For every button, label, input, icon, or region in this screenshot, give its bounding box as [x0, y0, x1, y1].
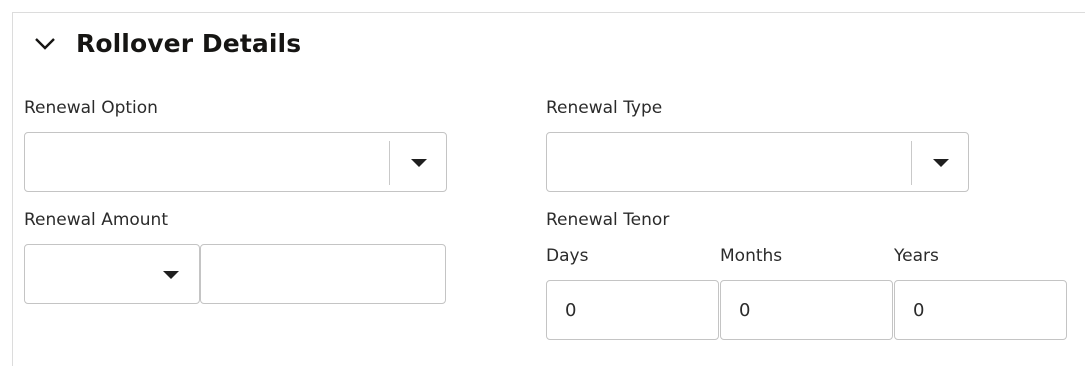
caret-down-icon[interactable]	[163, 271, 179, 279]
select-divider	[389, 141, 390, 185]
renewal-amount-label: Renewal Amount	[24, 210, 168, 230]
chevron-down-icon[interactable]	[34, 37, 56, 51]
tenor-months-input[interactable]	[720, 280, 893, 340]
caret-down-icon[interactable]	[411, 159, 427, 167]
renewal-type-label: Renewal Type	[546, 98, 663, 118]
tenor-days-label: Days	[546, 246, 589, 266]
renewal-option-label: Renewal Option	[24, 98, 158, 118]
select-divider	[911, 141, 912, 185]
tenor-months-label: Months	[720, 246, 783, 266]
tenor-years-input[interactable]	[894, 280, 1067, 340]
section-header[interactable]: Rollover Details	[34, 29, 301, 58]
tenor-days-input[interactable]	[546, 280, 719, 340]
section-title: Rollover Details	[76, 29, 302, 58]
renewal-type-select[interactable]	[546, 132, 969, 192]
tenor-years-label: Years	[894, 246, 939, 266]
caret-down-icon[interactable]	[933, 159, 949, 167]
renewal-amount-currency-select[interactable]	[24, 244, 200, 304]
renewal-amount-input[interactable]	[200, 244, 446, 304]
renewal-tenor-label: Renewal Tenor	[546, 210, 670, 230]
renewal-option-select[interactable]	[24, 132, 447, 192]
